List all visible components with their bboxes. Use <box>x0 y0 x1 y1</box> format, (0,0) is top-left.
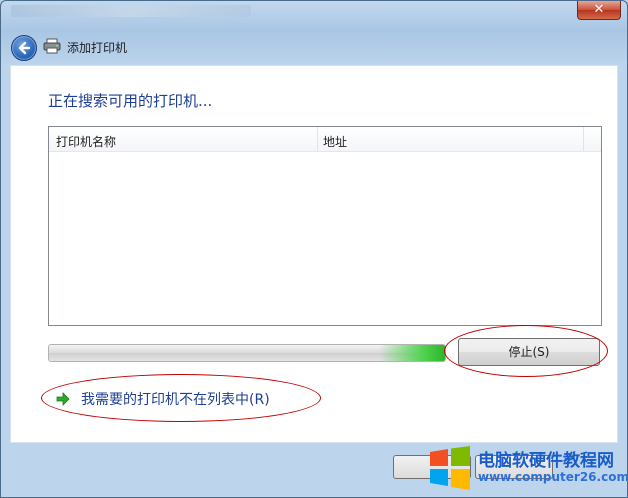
back-arrow-icon <box>18 41 31 55</box>
watermark-url: www.computer26.com <box>478 470 628 484</box>
page-heading: 正在搜索可用的打印机... <box>48 92 213 110</box>
nav-bar: 添加打印机 <box>1 29 627 65</box>
progress-indicator <box>379 345 445 361</box>
column-divider[interactable] <box>583 127 584 151</box>
add-printer-window: ✕ 添加打印机 正在搜索可用的打印机... 打印机名称 地址 停止(S) 我需要… <box>0 0 628 498</box>
column-header-name[interactable]: 打印机名称 <box>56 133 116 150</box>
link-annotation <box>41 374 321 422</box>
back-button[interactable] <box>11 35 37 61</box>
printer-list[interactable]: 打印机名称 地址 <box>48 126 602 326</box>
blurred-title-area <box>11 5 251 17</box>
window-title: 添加打印机 <box>67 41 128 55</box>
watermark: 电脑软硬件教程网 www.computer26.com <box>422 440 628 498</box>
watermark-title: 电脑软硬件教程网 <box>478 451 614 471</box>
search-progress-bar <box>48 344 446 362</box>
close-button[interactable]: ✕ <box>577 1 621 20</box>
column-divider[interactable] <box>317 127 318 151</box>
column-header-address[interactable]: 地址 <box>323 133 347 150</box>
stop-button-annotation <box>444 325 608 377</box>
printer-icon <box>43 38 61 54</box>
list-header: 打印机名称 地址 <box>49 127 601 152</box>
title-bar: ✕ <box>1 1 627 25</box>
windows-logo-icon <box>430 446 470 490</box>
